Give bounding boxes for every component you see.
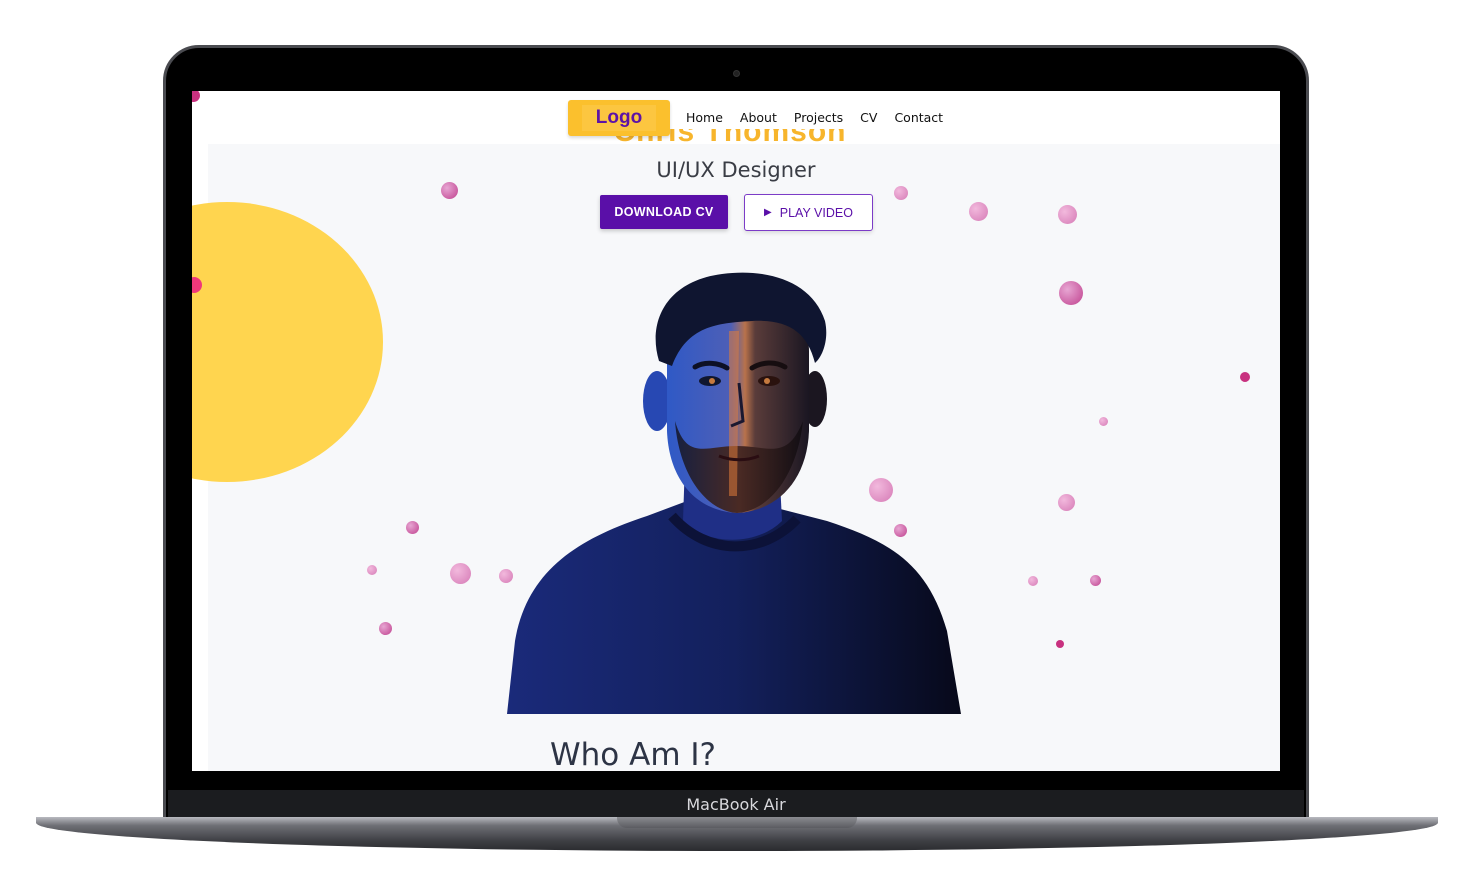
nav-link-contact[interactable]: Contact [894,110,943,125]
webcam [733,70,740,77]
particle-dot [367,565,377,575]
nav-link-projects[interactable]: Projects [794,110,843,125]
particle-dot [969,202,988,221]
particle-dot [1056,640,1064,648]
portrait-photo [507,272,961,714]
hero-subtitle: UI/UX Designer [656,158,816,182]
particle-dot [441,182,458,199]
particle-dot [1240,372,1250,382]
particle-dot [406,521,419,534]
logo-button[interactable]: Logo [568,100,670,136]
website-screen: Chris Thomson Logo Home About Projects C… [192,91,1280,771]
particle-dot [1099,417,1108,426]
particle-dot [1090,575,1101,586]
play-video-button[interactable]: ▶ PLAY VIDEO [744,194,873,231]
nav-link-home[interactable]: Home [686,110,723,125]
play-icon: ▶ [764,207,772,218]
download-cv-label: DOWNLOAD CV [614,205,714,219]
main-nav: Home About Projects CV Contact [686,110,943,125]
laptop-mockup: MacBook Air Chris Thomson Logo Home Abou… [0,0,1475,872]
nav-link-cv[interactable]: CV [860,110,877,125]
particle-dot [1028,576,1038,586]
play-video-label: PLAY VIDEO [779,205,853,220]
particle-dot [1058,205,1077,224]
laptop-notch [617,817,857,828]
logo-label: Logo [581,105,657,131]
laptop-brand-label: MacBook Air [686,795,786,814]
about-heading: Who Am I? [550,737,716,771]
particle-dot [379,622,392,635]
particle-dot [1058,494,1075,511]
nav-link-about[interactable]: About [740,110,777,125]
particle-dot [894,186,908,200]
particle-dot [450,563,471,584]
particle-dot [1059,281,1083,305]
download-cv-button[interactable]: DOWNLOAD CV [600,195,728,229]
yellow-circle-decoration [192,202,383,482]
